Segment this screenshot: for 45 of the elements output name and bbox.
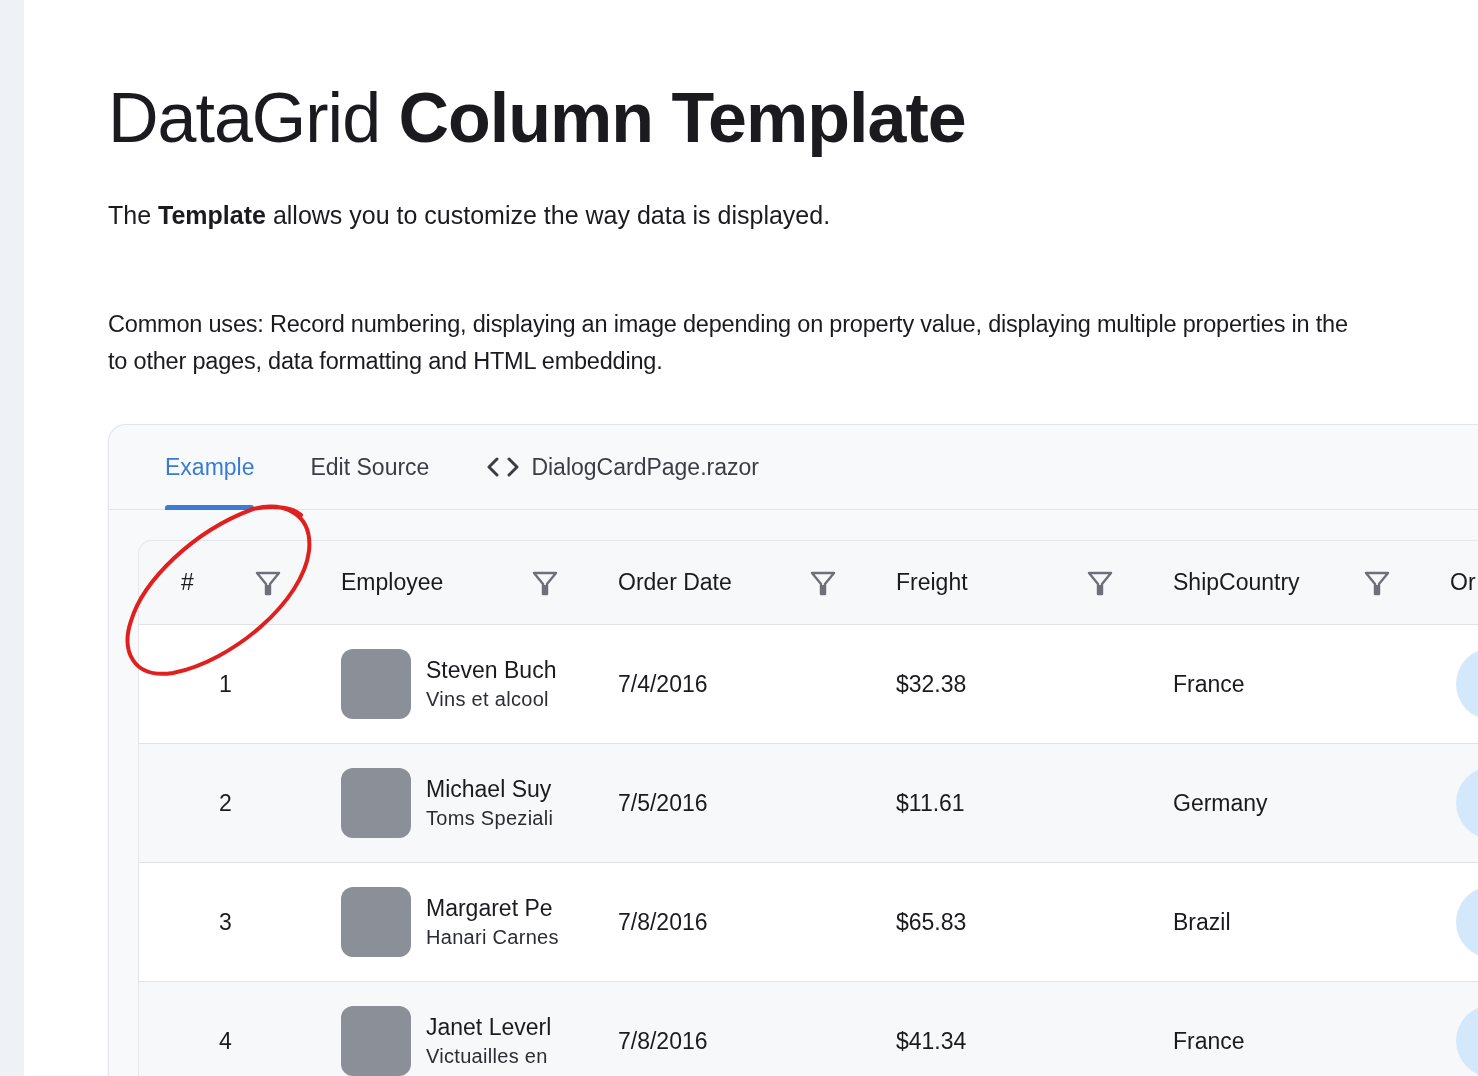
row-number: 4 [218, 1026, 233, 1056]
row-number: 1 [218, 669, 233, 699]
column-header: Order Date [618, 568, 732, 598]
column-header: # [181, 568, 194, 598]
tab[interactable]: Example [165, 425, 255, 510]
page-title: DataGrid Column Template [108, 78, 967, 159]
freight-amount: $65.83 [895, 907, 968, 937]
freight-amount: $11.61 [895, 788, 966, 818]
ship-country: France [1172, 1026, 1246, 1056]
column-header: ShipCountry [1173, 568, 1300, 598]
ship-country: France [1172, 669, 1246, 699]
employee-name: Margaret Pe [426, 894, 554, 923]
row-number: 3 [218, 907, 233, 937]
company-name: Victuailles en [426, 1044, 549, 1069]
ship-country: Germany [1172, 788, 1269, 818]
company-name: Vins et alcool [426, 687, 550, 712]
filter-icon[interactable] [810, 569, 836, 596]
tab[interactable]: DialogCardPage.razor [485, 425, 759, 510]
filter-icon[interactable] [532, 569, 558, 596]
freight-amount: $32.38 [895, 669, 968, 699]
photo-placeholder [341, 768, 411, 838]
order-date: 7/4/2016 [617, 669, 709, 699]
column-header: Or [1450, 568, 1476, 598]
employee-name: Janet Leverl [426, 1013, 552, 1042]
photo-placeholder [341, 649, 411, 719]
employee-name: Michael Suy [426, 775, 553, 804]
order-date: 7/8/2016 [617, 907, 709, 937]
column-header: Freight [896, 568, 968, 598]
order-date: 7/5/2016 [617, 788, 709, 818]
filter-icon[interactable] [1087, 569, 1113, 596]
column-header: Employee [341, 568, 444, 598]
row-number: 2 [218, 788, 233, 818]
ship-country: Brazil [1172, 907, 1232, 937]
order-date: 7/8/2016 [617, 1026, 709, 1056]
company-name: Hanari Carnes [426, 925, 559, 950]
filter-icon[interactable] [1364, 569, 1390, 596]
photo-placeholder [341, 1006, 411, 1076]
photo-placeholder [341, 887, 411, 957]
tab[interactable]: Edit Source [310, 425, 430, 510]
filter-icon[interactable] [255, 569, 281, 596]
company-name: Toms Speziali [426, 806, 554, 831]
common-uses-text: Common uses: Record numbering, displaying an image depending on property value, displaying multiple properties in the to other pages, data formatting and HTML embedding. [108, 310, 1349, 376]
intro-text: The Template allows you to customize the way data is displayed. [108, 199, 832, 231]
freight-amount: $41.34 [895, 1026, 968, 1056]
employee-name: Steven Buch [426, 656, 557, 685]
